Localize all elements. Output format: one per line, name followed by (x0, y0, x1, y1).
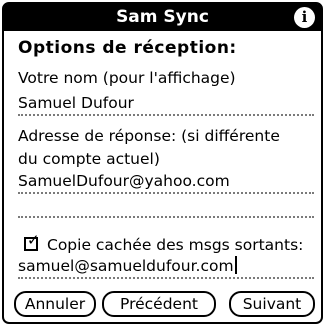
display-name-value: Samuel Dufour (18, 94, 134, 112)
bcc-label: Copie cachée des msgs sortants: (47, 236, 304, 254)
cancel-button[interactable]: Annuler (14, 291, 96, 317)
display-name-field[interactable]: Samuel Dufour (18, 92, 314, 116)
info-icon[interactable]: i (294, 7, 315, 28)
bcc-checkbox[interactable]: ✓ (24, 233, 40, 251)
reply-address-value: SamuelDufour@yahoo.com (18, 172, 230, 190)
reply-address-label-line2: du compte actuel) (18, 150, 160, 168)
sam-sync-dialog: Sam Sync i Options de réception: Votre n… (2, 2, 323, 324)
checkmark-icon: ✓ (27, 231, 40, 249)
text-cursor (234, 256, 237, 274)
reply-address-field[interactable]: SamuelDufour@yahoo.com (18, 170, 314, 194)
title-bar: Sam Sync i (4, 4, 321, 31)
reply-address-field-line2[interactable] (18, 194, 314, 218)
display-name-label: Votre nom (pour l'affichage) (18, 69, 236, 87)
bcc-address-field[interactable]: samuel@samueldufour.com (18, 255, 314, 279)
bcc-checkbox-row[interactable]: ✓ Copie cachée des msgs sortants: (24, 233, 304, 256)
bcc-address-value: samuel@samueldufour.com (18, 257, 234, 275)
section-heading: Options de réception: (18, 38, 237, 58)
button-row: Annuler Précédent Suivant (14, 291, 315, 318)
previous-button[interactable]: Précédent (102, 291, 216, 317)
reply-address-label-line1: Adresse de réponse: (si différente (18, 127, 280, 145)
next-button[interactable]: Suivant (229, 291, 315, 317)
window-title: Sam Sync (116, 7, 209, 27)
